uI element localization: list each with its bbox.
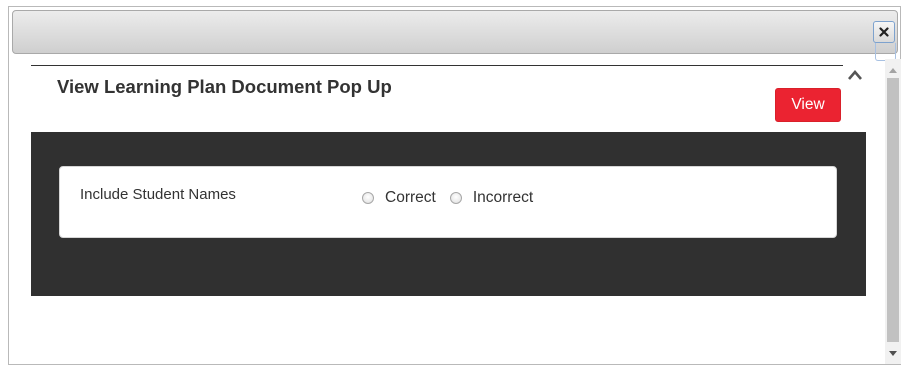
scroll-down-button[interactable] xyxy=(885,346,901,360)
radio-correct[interactable] xyxy=(362,192,374,204)
view-button[interactable]: View xyxy=(775,88,841,122)
close-icon xyxy=(879,27,889,37)
scrollbar-thumb[interactable] xyxy=(887,78,899,342)
radio-label-incorrect: Incorrect xyxy=(472,189,534,206)
section-divider xyxy=(31,65,843,66)
chevron-up-icon[interactable] xyxy=(847,69,863,81)
radio-option-correct[interactable]: Correct xyxy=(362,189,436,207)
learning-plan-dialog: View Learning Plan Document Pop Up View … xyxy=(8,6,901,365)
page-title: View Learning Plan Document Pop Up xyxy=(57,76,392,97)
vertical-scrollbar[interactable] xyxy=(885,59,901,364)
include-student-names-label: Include Student Names xyxy=(80,186,236,203)
radio-incorrect[interactable] xyxy=(449,192,462,204)
arrow-down-icon xyxy=(889,350,897,356)
scroll-up-button[interactable] xyxy=(885,63,901,77)
student-names-radio-group: Correct Incorrect xyxy=(362,189,533,207)
option-card: Include Student Names Correct Incorrect xyxy=(59,166,837,238)
arrow-up-icon xyxy=(889,67,897,73)
options-panel: Include Student Names Correct Incorrect xyxy=(31,132,866,296)
radio-label-correct: Correct xyxy=(385,189,436,206)
dialog-content: View Learning Plan Document Pop Up View … xyxy=(9,59,885,364)
dialog-titlebar[interactable] xyxy=(12,10,898,54)
close-button[interactable] xyxy=(873,21,895,43)
radio-option-incorrect[interactable]: Incorrect xyxy=(449,189,534,207)
